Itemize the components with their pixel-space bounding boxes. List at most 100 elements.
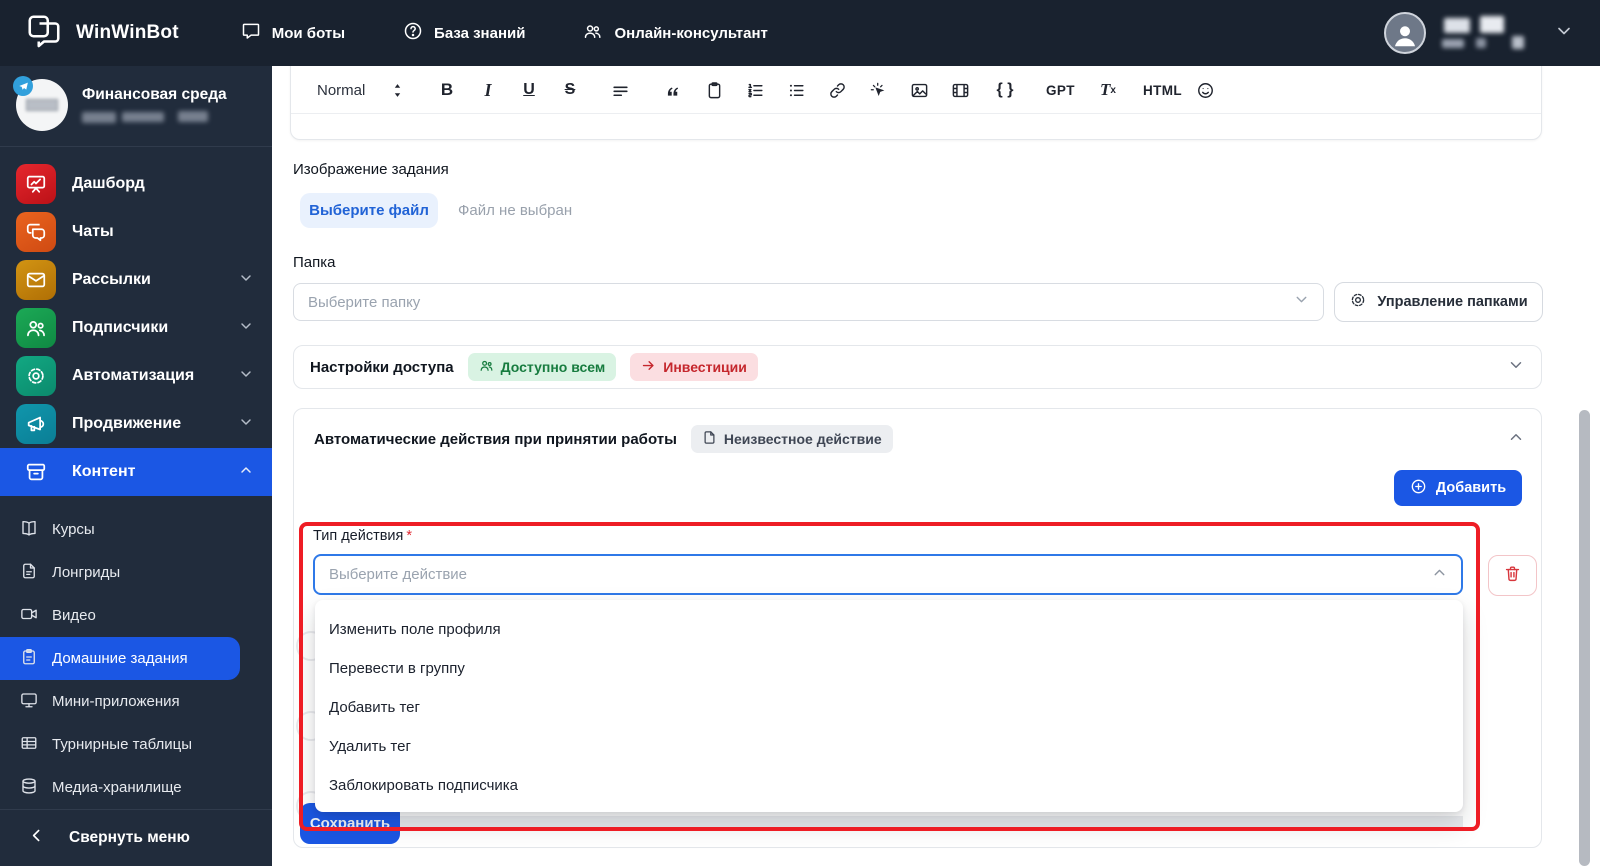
sidebar-item-label: Чаты <box>72 223 114 240</box>
html-button[interactable]: HTML <box>1143 75 1182 105</box>
image-button[interactable] <box>906 75 932 105</box>
underline-button[interactable]: U <box>516 75 542 105</box>
emoji-button[interactable] <box>1192 75 1218 105</box>
folder-select-input[interactable] <box>308 293 1309 311</box>
rich-text-editor: Normal B I U S {} GPT T x HTML <box>290 66 1542 140</box>
align-button[interactable] <box>607 75 633 105</box>
video-embed-button[interactable] <box>947 75 973 105</box>
task-image-label: Изображение задания <box>293 161 449 178</box>
nav-my-bots[interactable]: Мои боты <box>241 21 345 45</box>
add-action-button[interactable]: Добавить <box>1394 470 1522 506</box>
bot-name: Финансовая среда <box>82 86 227 103</box>
megaphone-icon <box>16 404 56 444</box>
dropdown-option-change-profile-field[interactable]: Изменить поле профиля <box>315 610 1463 649</box>
subitem-homework[interactable]: Домашние задания <box>0 637 240 680</box>
action-type-input[interactable] <box>329 566 1447 583</box>
users-icon <box>16 308 56 348</box>
chevron-down-icon[interactable] <box>1554 21 1574 46</box>
sidebar-profile[interactable]: Финансовая среда <box>0 66 272 147</box>
ai-cursor-icon[interactable] <box>865 75 891 105</box>
sidebar-item-chats[interactable]: Чаты <box>0 208 272 256</box>
bold-button[interactable]: B <box>434 75 460 105</box>
sidebar-item-subscribers[interactable]: Подписчики <box>0 304 272 352</box>
ordered-list-button[interactable] <box>742 75 768 105</box>
video-camera-icon <box>20 605 38 627</box>
chats-icon <box>16 212 56 252</box>
dropdown-option-add-tag[interactable]: Добавить тег <box>315 688 1463 727</box>
badge-label: Неизвестное действие <box>723 431 882 447</box>
topbar-user-area[interactable] <box>1384 12 1574 54</box>
auto-actions-title: Автоматические действия при принятии раб… <box>314 430 677 448</box>
topbar: WinWinBot Мои боты База знаний Онлайн-ко… <box>0 0 1600 66</box>
user-avatar <box>1384 12 1426 54</box>
link-button[interactable] <box>824 75 850 105</box>
scroll-strip <box>315 816 1463 830</box>
bullet-list-button[interactable] <box>783 75 809 105</box>
sidebar-item-content[interactable]: Контент <box>0 448 272 496</box>
subitem-tournament-tables[interactable]: Турнирные таблицы <box>0 723 272 766</box>
folder-select[interactable] <box>293 283 1324 321</box>
action-type-select[interactable] <box>313 554 1463 595</box>
choose-file-button[interactable]: Выберите файл <box>300 193 438 228</box>
dropdown-option-block-subscriber[interactable]: Заблокировать подписчика <box>315 766 1463 805</box>
subitem-video[interactable]: Видео <box>0 594 272 637</box>
subitem-label: Курсы <box>52 521 95 538</box>
dropdown-option-move-to-group[interactable]: Перевести в группу <box>315 649 1463 688</box>
telegram-icon <box>13 76 33 96</box>
paragraph-style-select[interactable]: Normal <box>317 75 369 105</box>
brand[interactable]: WinWinBot <box>26 13 179 54</box>
blockquote-button[interactable] <box>659 75 685 105</box>
chevron-up-icon[interactable] <box>1507 428 1525 451</box>
access-settings-card[interactable]: Настройки доступа Доступно всем Инвестиц… <box>293 345 1542 389</box>
manage-folders-label: Управление папками <box>1377 294 1528 310</box>
sidebar-item-dashboard[interactable]: Дашборд <box>0 160 272 208</box>
nav-knowledge-base[interactable]: База знаний <box>403 21 525 45</box>
document-icon <box>20 562 38 584</box>
dropdown-option-remove-tag[interactable]: Удалить тег <box>315 727 1463 766</box>
auto-actions-header[interactable]: Автоматические действия при принятии раб… <box>294 409 1541 453</box>
dashboard-icon <box>16 164 56 204</box>
sidebar: Финансовая среда Дашборд Чаты Рассылки П… <box>0 66 272 866</box>
question-circle-icon <box>403 21 423 45</box>
subitem-courses[interactable]: Курсы <box>0 508 272 551</box>
subitem-label: Видео <box>52 607 96 624</box>
subitem-mini-apps[interactable]: Мини-приложения <box>0 680 272 723</box>
clear-formatting-button[interactable]: Tx <box>1095 75 1121 105</box>
editor-text-area[interactable] <box>291 114 1541 140</box>
editor-toolbar: Normal B I U S {} GPT T x HTML <box>291 66 1541 114</box>
style-stepper-icon[interactable] <box>384 75 410 105</box>
chevron-down-icon <box>1293 291 1310 313</box>
subitem-longreads[interactable]: Лонгриды <box>0 551 272 594</box>
nav-online-consultant[interactable]: Онлайн-консультант <box>583 21 768 45</box>
sidebar-submenu-content: Курсы Лонгриды Видео Домашние задания Ми… <box>0 496 272 809</box>
archive-box-icon <box>16 452 56 492</box>
subitem-media-storage[interactable]: Медиа-хранилище <box>0 766 272 809</box>
code-braces-button[interactable]: { } <box>992 75 1018 105</box>
user-name-redacted <box>1442 14 1538 52</box>
chat-bubble-icon <box>241 21 261 45</box>
collapse-menu-button[interactable]: Свернуть меню <box>0 809 272 866</box>
nav-label: База знаний <box>434 24 526 42</box>
sidebar-item-mailings[interactable]: Рассылки <box>0 256 272 304</box>
strikethrough-button[interactable]: S <box>557 75 583 105</box>
chevron-down-icon[interactable] <box>1507 356 1525 379</box>
badge-label: Доступно всем <box>500 359 606 375</box>
manage-folders-button[interactable]: Управление папками <box>1334 282 1543 322</box>
bot-subtitle-redacted <box>82 111 227 125</box>
add-action-label: Добавить <box>1435 480 1507 496</box>
sidebar-item-label: Автоматизация <box>72 367 195 384</box>
paste-clipboard-button[interactable] <box>701 75 727 105</box>
subitem-label: Лонгриды <box>52 564 121 581</box>
sidebar-item-automation[interactable]: Автоматизация <box>0 352 272 400</box>
subitem-label: Мини-приложения <box>52 693 180 710</box>
vertical-scrollbar[interactable] <box>1579 410 1590 866</box>
collapse-label: Свернуть меню <box>69 829 190 846</box>
document-icon <box>702 430 717 448</box>
italic-button[interactable]: I <box>475 75 501 105</box>
people-group-icon <box>583 21 603 45</box>
sidebar-item-promotion[interactable]: Продвижение <box>0 400 272 448</box>
chevron-left-icon <box>28 827 45 849</box>
winwinbot-logo-icon <box>26 13 62 54</box>
delete-action-button[interactable] <box>1488 555 1537 596</box>
gpt-button[interactable]: GPT <box>1046 75 1075 105</box>
